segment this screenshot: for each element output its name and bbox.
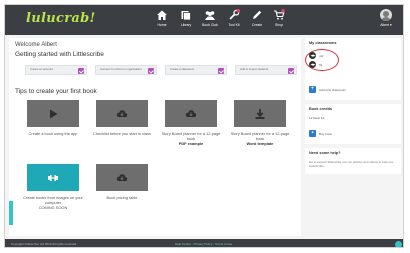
- user-menu[interactable]: Albert ▾: [375, 9, 397, 33]
- download-icon: [255, 108, 265, 119]
- add-classroom-button[interactable]: + Add new classroom: [309, 86, 346, 93]
- nav-label: Tool Kit: [228, 23, 240, 27]
- nav-tool-kit[interactable]: Tool Kit: [222, 9, 246, 33]
- main-panel: Welcome Albert Getting started with Litt…: [9, 38, 301, 236]
- help-card: Need some help? Go to support.littlescri…: [305, 148, 401, 174]
- buy-book-button[interactable]: ▪ Buy book: [309, 130, 332, 137]
- user-menu-label: Albert ▾: [380, 23, 392, 27]
- home-icon: [157, 10, 167, 20]
- nav-label: Library: [180, 23, 192, 27]
- classrooms-title: My classrooms: [309, 41, 337, 45]
- step-label: Create a classroom: [170, 67, 195, 71]
- help-title: Need some help?: [309, 151, 341, 155]
- classroom-name: Ta: [319, 62, 323, 67]
- tip-caption: Book pricing table: [106, 195, 138, 200]
- classroom-item[interactable]: ubr: [309, 52, 323, 59]
- tip-caption: Story Board planner for a 12-page book PD…: [161, 131, 221, 146]
- cloud-download-icon: [185, 109, 197, 117]
- step-label: Add or import students: [240, 67, 269, 71]
- footer-links[interactable]: Help Centre · Privacy Policy · Terms of …: [175, 242, 232, 246]
- tip-caption: Create books from images on your compute…: [23, 195, 83, 210]
- feedback-tab[interactable]: [9, 201, 13, 225]
- nav-label: Create: [251, 23, 263, 27]
- tool-kit-icon: [229, 9, 240, 20]
- cloud-download-icon: [116, 173, 128, 181]
- play-icon: [50, 109, 58, 118]
- tip-tile-storyboard-word[interactable]: [234, 100, 286, 127]
- copyright-text: Copyright Littlescribe Ltd 2019 All righ…: [11, 242, 77, 246]
- nav-label: Home: [157, 23, 167, 27]
- tip-caption: Create a book using the app: [28, 131, 78, 136]
- checkmark-icon: [148, 68, 154, 74]
- help-text[interactable]: Go to support.littlescribe.com for artic…: [309, 160, 397, 168]
- welcome-heading: Welcome Albert: [15, 42, 57, 48]
- checkmark-icon: [288, 68, 294, 74]
- credits-count-text: 12 Dear 10: [309, 116, 325, 120]
- tip-tile-images[interactable]: [27, 164, 79, 191]
- credits-title: Book credits: [309, 107, 332, 111]
- graduation-cap-icon: [309, 52, 316, 59]
- browser-frame: lulucrab! Home Library Book Club Tool Ki…: [4, 4, 404, 248]
- chat-icon[interactable]: [395, 241, 402, 247]
- nav-library[interactable]: Library: [174, 9, 198, 33]
- logo[interactable]: lulucrab!: [26, 11, 95, 26]
- classroom-name: ubr: [319, 53, 324, 58]
- tip-caption: Story Board planner for a 12-page book Wo…: [230, 131, 290, 146]
- add-classroom-label: Add new classroom: [319, 87, 346, 92]
- checkmark-icon: [78, 68, 84, 74]
- graduation-cap-icon: [309, 61, 316, 68]
- tip-tile-checklist[interactable]: [96, 100, 148, 127]
- tip-caption: Checklist before you start in class: [93, 131, 151, 136]
- avatar: [380, 9, 392, 21]
- getting-started-heading: Getting started with Littlescribe: [15, 51, 104, 58]
- footer: Copyright Littlescribe Ltd 2019 All righ…: [5, 239, 403, 247]
- tip-tile-storyboard-pdf[interactable]: [165, 100, 217, 127]
- step-label: Create an account: [30, 67, 53, 71]
- book-club-icon: [205, 11, 215, 20]
- nav-home[interactable]: Home: [150, 9, 174, 33]
- classrooms-card: My classrooms ubr Ta + Add new classroom: [305, 38, 401, 100]
- cart-icon: [274, 9, 285, 20]
- top-navigation-bar: lulucrab! Home Library Book Club Tool Ki…: [5, 5, 403, 35]
- nav-create[interactable]: Create: [245, 9, 269, 33]
- step-label: Connect to school or organisation: [100, 67, 142, 71]
- nav-book-club[interactable]: Book Club: [198, 9, 222, 33]
- credits-count: 12 Dear 10: [309, 116, 324, 120]
- cloud-download-icon: [116, 109, 128, 117]
- nav-label: Shop: [275, 23, 283, 27]
- nav-shop[interactable]: Shop: [267, 9, 291, 33]
- credits-card: Book credits 12 Dear 10 ▪ Buy book: [305, 104, 401, 144]
- tips-heading: Tips to create your first book: [15, 88, 97, 95]
- classroom-item[interactable]: Ta: [309, 61, 322, 68]
- tip-tile-pricing[interactable]: [96, 164, 148, 191]
- right-sidebar: My classrooms ubr Ta + Add new classroom…: [305, 38, 401, 236]
- buy-book-label: Buy book: [319, 131, 332, 136]
- checkmark-icon: [218, 68, 224, 74]
- nav-label: Book Club: [202, 23, 218, 27]
- tip-tile-app[interactable]: [27, 100, 79, 127]
- plus-icon: +: [309, 86, 316, 93]
- step-connect-school[interactable]: Connect to school or organisation: [95, 65, 157, 75]
- step-create-classroom[interactable]: Create a classroom: [165, 65, 227, 75]
- pencil-icon: [253, 10, 262, 19]
- step-create-account[interactable]: Create an account: [25, 65, 87, 75]
- library-icon: [181, 11, 191, 21]
- cart-icon: ▪: [309, 130, 316, 137]
- dumbbell-icon: [48, 174, 58, 181]
- step-add-students[interactable]: Add or import students: [235, 65, 297, 75]
